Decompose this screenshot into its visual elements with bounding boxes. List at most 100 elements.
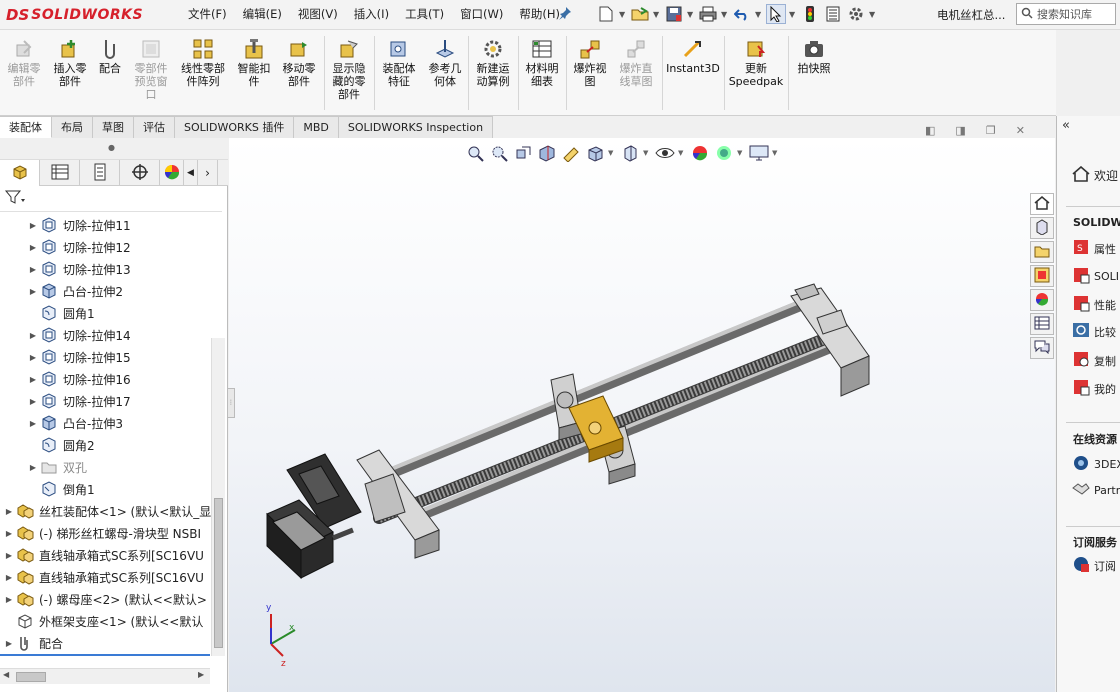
scroll-left-icon[interactable]: ◀ (3, 670, 9, 679)
update-speedpak-button[interactable]: 更新 Speedpak (728, 38, 784, 88)
tab-configurationmanager[interactable] (80, 160, 120, 186)
menu-edit[interactable]: 编辑(E) (235, 6, 290, 22)
expand-arrow-icon[interactable]: ▶ (26, 331, 40, 340)
expand-arrow-icon[interactable]: ▶ (2, 507, 16, 516)
feature-tree-item[interactable]: ▶ 凸台-拉伸2 (26, 280, 123, 302)
feature-tree-item[interactable]: 倒角1 (26, 478, 95, 500)
task-pane-link[interactable]: 订阅 (1072, 555, 1120, 576)
insert-component-button[interactable]: 插入零 部件 (48, 38, 92, 88)
tab-assembly[interactable]: 装配体 (0, 116, 52, 138)
edit-component-button[interactable]: 编辑零 部件 (6, 38, 42, 88)
menu-file[interactable]: 文件(F) (180, 6, 235, 22)
expand-arrow-icon[interactable]: ▶ (2, 639, 16, 648)
tab-custom-properties[interactable] (1030, 313, 1054, 335)
menu-tools[interactable]: 工具(T) (397, 6, 452, 22)
tab-mbd[interactable]: MBD (294, 116, 339, 138)
exploded-view-button[interactable]: 爆炸视 图 (570, 38, 610, 88)
pane-splitter-bar[interactable]: ● (0, 138, 228, 160)
expand-arrow-icon[interactable]: ▶ (26, 353, 40, 362)
expand-arrow-icon[interactable]: ▶ (2, 573, 16, 582)
task-pane-link[interactable]: 比较 (1072, 322, 1120, 341)
new-motion-study-button[interactable]: 新建运 动算例 (472, 38, 514, 88)
graphics-area[interactable]: ▼ ▼ ▼ ▼ ▼ y x z ◧ ◨ ❐ ✕ ⋮ (227, 124, 1055, 692)
feature-tree-item[interactable]: ▶ 切除-拉伸14 (26, 324, 131, 346)
undo-icon[interactable] (732, 4, 752, 24)
new-dropdown-icon[interactable]: ▼ (619, 10, 627, 19)
feature-tree-item[interactable]: ▶ 切除-拉伸12 (26, 236, 131, 258)
feature-tree-item[interactable]: ▶ 配合 (2, 632, 63, 654)
options-icon[interactable] (846, 4, 866, 24)
feature-tree-item[interactable]: ▶ 双孔 (26, 456, 87, 478)
select-dropdown-icon[interactable]: ▼ (789, 10, 797, 19)
feature-tree-item[interactable]: ▶ 切除-拉伸16 (26, 368, 131, 390)
assembly-model[interactable]: y x z (229, 138, 1055, 692)
expand-arrow-icon[interactable]: ▶ (26, 287, 40, 296)
tree-vertical-scrollbar[interactable] (211, 338, 225, 656)
undo-dropdown-icon[interactable]: ▼ (755, 10, 763, 19)
menu-view[interactable]: 视图(V) (290, 6, 346, 22)
feature-tree-item[interactable]: 圆角2 (26, 434, 95, 456)
open-dropdown-icon[interactable]: ▼ (653, 10, 661, 19)
tab-displaymanager[interactable] (160, 160, 184, 186)
tab-solidworks-resources[interactable] (1030, 193, 1054, 215)
tab-appearances[interactable] (1030, 289, 1054, 311)
tree-horizontal-scrollbar[interactable]: ◀ ▶ (0, 668, 210, 684)
viewport-prev-icon[interactable]: ◧ (925, 124, 935, 138)
welcome-link[interactable]: 欢迎 (1072, 166, 1120, 185)
reference-geometry-button[interactable]: 参考几 何体 (424, 38, 466, 88)
task-pane-link[interactable]: Partner (1072, 482, 1120, 499)
tab-evaluate[interactable]: 评估 (134, 116, 175, 138)
scrollbar-thumb[interactable] (214, 498, 223, 648)
viewport-close-icon[interactable]: ✕ (1016, 124, 1025, 138)
feature-tree-item[interactable]: ▶ 丝杠装配体<1> (默认<默认_显 (2, 500, 211, 522)
expand-arrow-icon[interactable]: ▶ (26, 375, 40, 384)
task-pane-link[interactable]: 复制 (1072, 350, 1120, 371)
task-pane-link[interactable]: 3DEXPERIENCE (1072, 454, 1120, 475)
feature-tree-item[interactable]: ▶ 切除-拉伸13 (26, 258, 131, 280)
filter-icon[interactable] (4, 189, 26, 208)
save-dropdown-icon[interactable]: ▼ (687, 10, 695, 19)
expand-arrow-icon[interactable]: ▶ (26, 419, 40, 428)
new-icon[interactable] (596, 4, 616, 24)
tab-file-explorer[interactable] (1030, 241, 1054, 263)
instant3d-button[interactable]: Instant3D (665, 38, 721, 75)
expand-arrow-icon[interactable]: ▶ (2, 529, 16, 538)
feature-tree-item[interactable]: ▶ (-) 梯形丝杠螺母-滑块型 NSBI (2, 522, 201, 544)
pane-collapse-handle[interactable]: ⋮ (227, 388, 235, 418)
smart-fasteners-button[interactable]: 智能扣 件 (234, 38, 274, 88)
tab-view-palette[interactable] (1030, 265, 1054, 287)
expand-arrow-icon[interactable]: ▶ (26, 397, 40, 406)
save-icon[interactable] (664, 4, 684, 24)
options-dropdown-icon[interactable]: ▼ (869, 10, 877, 19)
feature-tree-item[interactable]: ▶ 直线轴承箱式SC系列[SC16VU (2, 566, 204, 588)
viewport-restore-icon[interactable]: ❐ (986, 124, 996, 138)
expand-arrow-icon[interactable]: ▶ (26, 221, 40, 230)
tab-scroll-left-icon[interactable]: ◀ (184, 160, 198, 186)
end-bracket-far[interactable] (790, 283, 870, 397)
tab-solidworks-addins[interactable]: SOLIDWORKS 插件 (175, 116, 295, 138)
tab-forum[interactable] (1030, 337, 1054, 359)
expand-arrow-icon[interactable]: ▶ (2, 595, 16, 604)
viewport-next-icon[interactable]: ◨ (955, 124, 965, 138)
feature-tree-item[interactable]: ▶ (-) 螺母座<2> (默认<<默认> (2, 588, 207, 610)
menu-window[interactable]: 窗口(W) (452, 6, 511, 22)
splitter-handle-icon[interactable]: ● (108, 143, 115, 152)
tab-sketch[interactable]: 草图 (93, 116, 134, 138)
expand-arrow-icon[interactable]: ▶ (26, 243, 40, 252)
feature-tree-item[interactable]: ▶ 切除-拉伸17 (26, 390, 131, 412)
tab-scroll-right-icon[interactable]: › (198, 160, 218, 186)
expand-arrow-icon[interactable]: ▶ (2, 551, 16, 560)
pin-icon[interactable] (558, 6, 572, 24)
tab-dimxpertmanager[interactable] (120, 160, 160, 186)
task-pane-link[interactable]: 我的 (1072, 378, 1120, 399)
print-icon[interactable] (698, 4, 718, 24)
bill-of-materials-button[interactable]: 材料明 细表 (522, 38, 562, 88)
menu-insert[interactable]: 插入(I) (346, 6, 397, 22)
search-knowledge-base-input[interactable]: 搜索知识库 (1016, 3, 1116, 25)
assembly-features-button[interactable]: 装配体 特征 (378, 38, 420, 88)
open-icon[interactable] (630, 4, 650, 24)
feature-tree-item[interactable]: ▶ 直线轴承箱式SC系列[SC16VU (2, 544, 204, 566)
feature-tree-item[interactable]: 外框架支座<1> (默认<<默认 (2, 610, 203, 632)
move-component-button[interactable]: 移动零 部件 (278, 38, 320, 88)
mate-button[interactable]: 配合 (96, 38, 124, 75)
